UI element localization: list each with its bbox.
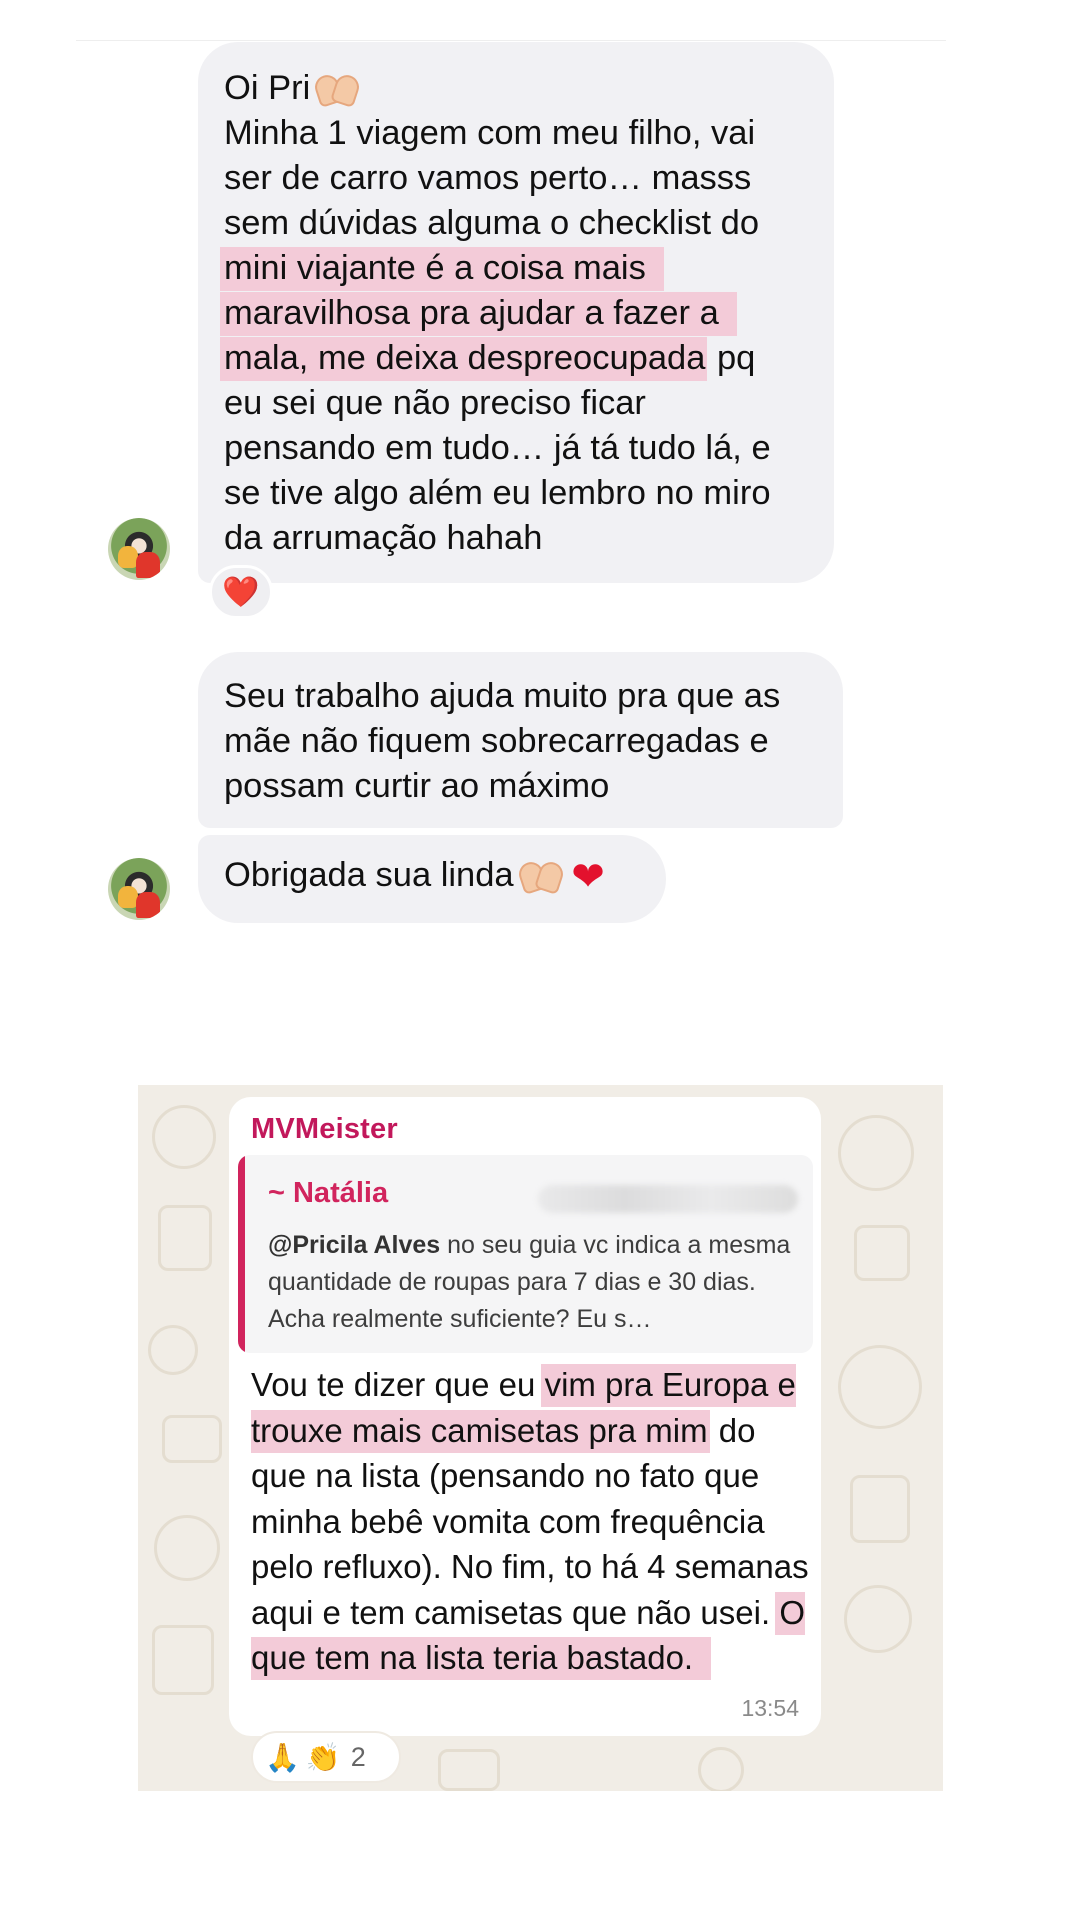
quoted-message[interactable]: ~ Natália @Pricila Alves no seu guia vc … — [238, 1155, 813, 1353]
message-line: maravilhosa pra ajudar a fazer a — [220, 291, 810, 336]
wallpaper-doodle — [162, 1415, 222, 1463]
message-line: pensando em tudo… já tá tudo lá, e — [224, 429, 771, 467]
wallpaper-doodle — [854, 1225, 910, 1281]
received-message-bubble[interactable]: Seu trabalho ajuda muito pra que as mãe … — [198, 652, 843, 828]
highlighted-text: mini viajante é a coisa mais — [220, 247, 664, 291]
quote-author: ~ Natália — [268, 1177, 389, 1209]
sender-name[interactable]: MVMeister — [251, 1113, 398, 1146]
message-reaction[interactable]: ❤️ — [209, 565, 273, 619]
redacted-phone-number — [538, 1185, 798, 1213]
quote-accent-bar — [238, 1155, 245, 1353]
message-line: mini viajante é a coisa mais — [220, 246, 810, 291]
quote-text: @Pricila Alves no seu guia vc indica a m… — [268, 1231, 791, 1333]
wallpaper-doodle — [152, 1625, 214, 1695]
wallpaper-doodle — [148, 1325, 198, 1375]
avatar[interactable] — [108, 858, 170, 920]
message-text: Vou te dizer que eu vim pra Europa e tro… — [251, 1362, 811, 1681]
divider — [76, 40, 946, 41]
red-heart-icon: ❤️ — [222, 574, 260, 610]
message-line: Minha 1 viagem com meu filho, vai — [224, 114, 756, 152]
wallpaper-doodle — [152, 1105, 216, 1169]
clapping-hands-icon: 👏 — [305, 1740, 341, 1774]
message-line: mãe não fiquem sobrecarregadas e — [224, 722, 769, 760]
highlighted-text: maravilhosa pra ajudar a fazer a — [220, 292, 737, 336]
wallpaper-doodle — [158, 1205, 212, 1271]
avatar-photo — [118, 886, 138, 908]
mention: @Pricila Alves — [268, 1231, 441, 1259]
received-message-bubble[interactable]: Oi Pri Minha 1 viagem com meu filho, vai… — [198, 42, 834, 583]
message-line: da arrumação hahah — [224, 519, 543, 557]
red-heart-icon: ❤ — [571, 854, 605, 900]
avatar-photo — [118, 546, 138, 568]
message-line: sem dúvidas alguma o checklist do — [224, 204, 760, 242]
highlighted-text: mala, me deixa despreocupada — [220, 337, 708, 381]
wallpaper-doodle — [838, 1345, 922, 1429]
received-message-bubble[interactable]: Obrigada sua linda ❤ — [198, 835, 666, 923]
message-line: possam curtir ao máximo — [224, 767, 610, 805]
avatar[interactable] — [108, 518, 170, 580]
message-line: ser de carro vamos perto… masss — [224, 159, 752, 197]
wallpaper-doodle — [838, 1115, 914, 1191]
message-line: mala, me deixa despreocupada pq — [220, 336, 810, 381]
folded-hands-icon: 🙏 — [265, 1740, 300, 1774]
wallpaper-doodle — [850, 1475, 910, 1543]
whatsapp-screenshot: MVMeister ~ Natália @Pricila Alves no se… — [138, 1085, 943, 1791]
message-line: Obrigada sua linda ❤ — [224, 854, 605, 900]
screenshot-collage: Oi Pri Minha 1 viagem com meu filho, vai… — [0, 0, 1080, 1920]
reactions-pill[interactable]: 🙏 👏 2 — [251, 1731, 401, 1783]
avatar-photo — [136, 892, 160, 918]
whatsapp-message-bubble[interactable]: MVMeister ~ Natália @Pricila Alves no se… — [229, 1097, 821, 1736]
wallpaper-doodle — [438, 1749, 500, 1791]
message-timestamp: 13:54 — [741, 1695, 799, 1721]
message-line: eu sei que não preciso ficar — [224, 384, 646, 422]
wallpaper-doodle — [698, 1747, 744, 1791]
heart-hands-icon — [520, 856, 562, 890]
avatar-photo — [136, 552, 160, 578]
wallpaper-doodle — [154, 1515, 220, 1581]
message-line: Seu trabalho ajuda muito pra que as — [224, 677, 781, 715]
message-line: se tive algo além eu lembro no miro — [224, 474, 771, 512]
heart-hands-icon — [316, 69, 358, 103]
message-line: Oi Pri — [224, 66, 810, 111]
reaction-count: 2 — [350, 1741, 366, 1772]
wallpaper-doodle — [844, 1585, 912, 1653]
message-fragment: pq — [707, 339, 756, 377]
